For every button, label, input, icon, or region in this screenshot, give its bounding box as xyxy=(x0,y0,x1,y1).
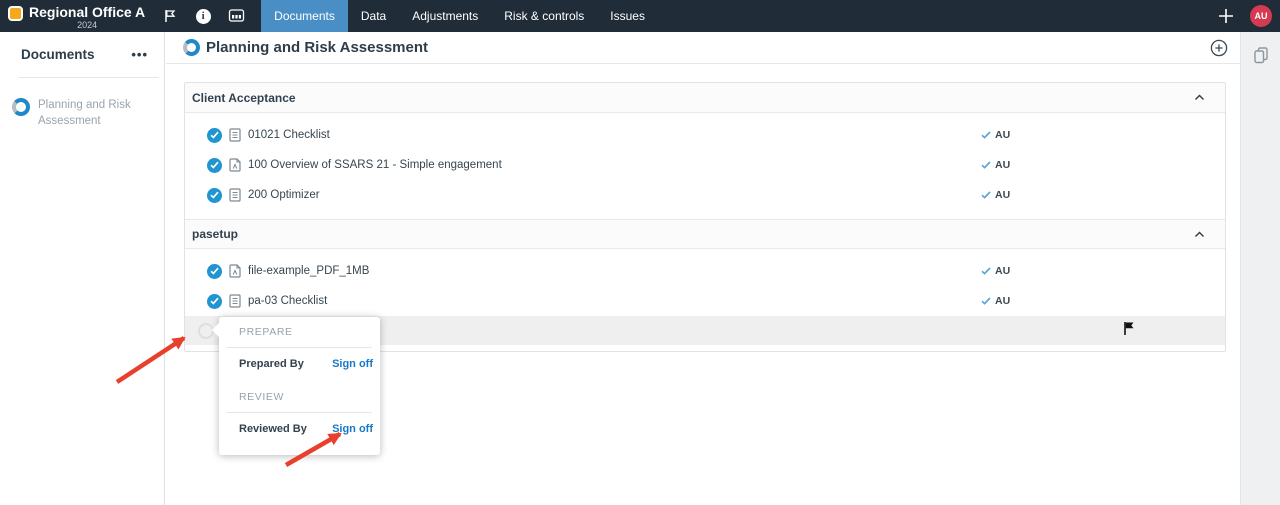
document-name[interactable]: 100 Overview of SSARS 21 - Simple engage… xyxy=(248,159,502,171)
flag-button[interactable] xyxy=(1121,320,1137,342)
section-title: Client Acceptance xyxy=(192,90,296,105)
signoff-status-complete-icon[interactable] xyxy=(207,187,222,203)
document-row[interactable]: pa-03 Checklist AU xyxy=(185,286,1225,316)
document-row[interactable]: 200 Optimizer AU xyxy=(185,180,1225,210)
checklist-icon xyxy=(229,294,241,308)
engagement-logo-icon xyxy=(8,6,23,21)
page-donut-icon xyxy=(183,39,200,56)
section-header-client-acceptance: Client Acceptance xyxy=(185,83,1225,113)
checklist-icon xyxy=(229,188,241,202)
documents-card: Client Acceptance 01021 Checklist AU 100… xyxy=(184,82,1226,352)
popup-divider xyxy=(227,347,372,348)
add-circle-icon xyxy=(1210,39,1228,56)
tab-adjustments[interactable]: Adjustments xyxy=(399,0,491,32)
flag-button[interactable] xyxy=(159,5,181,27)
signoff-badge: AU xyxy=(981,159,1010,171)
prepare-section-label: PREPARE xyxy=(239,326,293,338)
check-icon xyxy=(981,131,991,139)
signoff-status-complete-icon[interactable] xyxy=(207,157,222,173)
check-icon xyxy=(981,267,991,275)
tab-risk-controls[interactable]: Risk & controls xyxy=(491,0,597,32)
documents-sidebar: Documents ••• Planning and Risk Assessme… xyxy=(0,32,165,505)
signoff-badge: AU xyxy=(981,265,1010,277)
more-options-icon[interactable]: ••• xyxy=(131,48,148,61)
right-tool-strip xyxy=(1240,32,1280,505)
signoff-status-complete-icon[interactable] xyxy=(207,293,222,309)
document-name[interactable]: 01021 Checklist xyxy=(248,129,330,141)
signoff-initials: AU xyxy=(995,189,1011,201)
check-icon xyxy=(210,267,219,275)
signoff-initials: AU xyxy=(995,265,1011,277)
prepared-by-label: Prepared By xyxy=(239,358,304,370)
section-header-pasetup: pasetup xyxy=(185,219,1225,249)
document-row[interactable]: 100 Overview of SSARS 21 - Simple engage… xyxy=(185,150,1225,180)
document-name[interactable]: file-example_PDF_1MB xyxy=(248,265,369,277)
signoff-initials: AU xyxy=(995,159,1011,171)
reviewed-by-label: Reviewed By xyxy=(239,423,307,435)
check-icon xyxy=(981,161,991,169)
engagement-name: Regional Office A xyxy=(29,4,146,20)
signoff-initials: AU xyxy=(995,129,1011,141)
signoff-popup: PREPARE Prepared By Sign off REVIEW Revi… xyxy=(219,317,380,455)
section-title: pasetup xyxy=(192,227,239,241)
signoff-status-complete-icon[interactable] xyxy=(207,263,222,279)
page-header: Planning and Risk Assessment xyxy=(166,32,1240,64)
document-row[interactable]: 01021 Checklist AU xyxy=(185,120,1225,150)
flag-icon xyxy=(165,10,176,22)
copy-icon xyxy=(1253,47,1268,64)
check-icon xyxy=(210,161,219,169)
xbrl-icon xyxy=(228,9,244,22)
pdf-icon xyxy=(229,264,241,278)
add-document-button[interactable] xyxy=(1208,37,1230,59)
xbrl-button[interactable] xyxy=(225,5,247,27)
signoff-status-complete-icon[interactable] xyxy=(207,127,222,143)
review-sign-off-link[interactable]: Sign off xyxy=(332,423,373,435)
engagement-brand[interactable]: Regional Office A 2024 xyxy=(0,0,145,32)
chevron-up-icon xyxy=(1194,94,1205,101)
sidebar-item-planning-and-risk-assessment[interactable]: Planning and Risk Assessment xyxy=(0,78,164,129)
popup-divider xyxy=(227,412,372,413)
user-avatar[interactable]: AU xyxy=(1250,5,1272,27)
signoff-badge: AU xyxy=(981,129,1010,141)
plus-icon xyxy=(1219,9,1233,23)
pdf-icon xyxy=(229,158,241,172)
document-row[interactable]: file-example_PDF_1MB AU xyxy=(185,256,1225,286)
document-name[interactable]: 200 Optimizer xyxy=(248,189,320,201)
tab-documents[interactable]: Documents xyxy=(261,0,348,32)
collapse-section-button[interactable] xyxy=(1194,94,1205,101)
tab-data[interactable]: Data xyxy=(348,0,399,32)
check-icon xyxy=(981,297,991,305)
signoff-badge: AU xyxy=(981,189,1010,201)
prepare-sign-off-link[interactable]: Sign off xyxy=(332,358,373,370)
global-add-button[interactable] xyxy=(1215,5,1237,27)
top-nav-tabs: Documents Data Adjustments Risk & contro… xyxy=(261,0,658,32)
review-section-label: REVIEW xyxy=(239,391,285,403)
check-icon xyxy=(210,297,219,305)
collapse-section-button[interactable] xyxy=(1194,230,1205,238)
flag-icon xyxy=(1124,322,1134,335)
info-button[interactable]: i xyxy=(192,5,214,27)
chevron-up-icon xyxy=(1194,230,1205,237)
check-icon xyxy=(210,191,219,199)
check-icon xyxy=(981,191,991,199)
sidebar-item-label: Planning and Risk Assessment xyxy=(38,99,131,127)
tab-issues[interactable]: Issues xyxy=(597,0,658,32)
top-navigation-bar: Regional Office A 2024 i Documents Data … xyxy=(0,0,1280,32)
page-title: Planning and Risk Assessment xyxy=(206,39,429,56)
copy-documents-button[interactable] xyxy=(1250,44,1272,66)
info-icon: i xyxy=(195,8,211,24)
signoff-initials: AU xyxy=(995,295,1011,307)
app-window: Regional Office A 2024 i Documents Data … xyxy=(0,0,1280,505)
signoff-badge: AU xyxy=(981,295,1010,307)
sidebar-title: Documents xyxy=(21,47,95,62)
document-group-donut-icon xyxy=(12,98,30,116)
document-name[interactable]: pa-03 Checklist xyxy=(248,295,327,307)
engagement-year: 2024 xyxy=(77,20,98,30)
checklist-icon xyxy=(229,128,241,142)
check-icon xyxy=(210,131,219,139)
